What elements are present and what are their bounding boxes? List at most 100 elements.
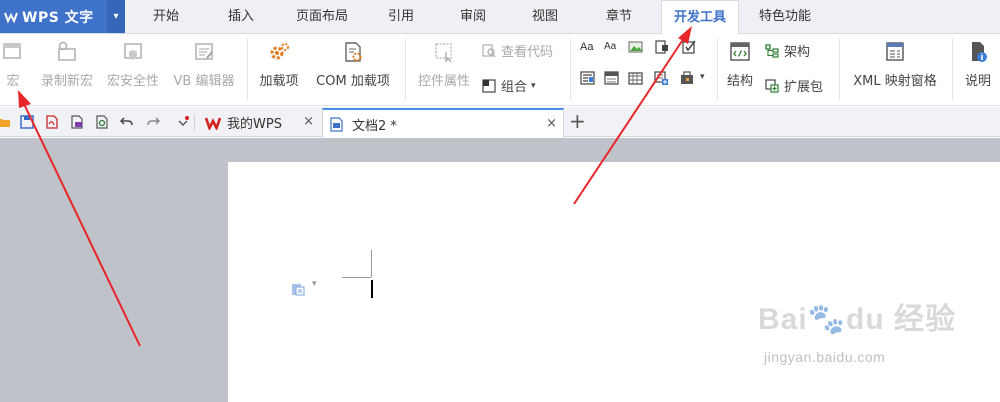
record-macro-button[interactable]: 录制新宏 (36, 40, 98, 89)
close-icon[interactable]: × (303, 114, 314, 129)
paste-options-dropdown-icon[interactable]: ▾ (312, 279, 317, 289)
tab-document2-label: 文档2 * (352, 118, 397, 134)
addins-button[interactable]: 加载项 (254, 40, 304, 89)
ribbon-separator (405, 38, 406, 100)
tab-start[interactable]: 开始 (135, 0, 197, 33)
view-code-icon (482, 43, 496, 57)
menu-bar: WPS 文字 ▾ 开始 插入 页面布局 引用 审阅 视图 章节 开发工具 特色功… (0, 0, 1000, 35)
ribbon-separator (247, 38, 248, 100)
combo-box-control-icon[interactable] (580, 71, 595, 85)
export-pdf-icon[interactable] (45, 115, 59, 129)
tab-view[interactable]: 视图 (516, 0, 574, 33)
tab-references[interactable]: 引用 (372, 0, 430, 33)
group-icon (482, 78, 496, 93)
macro-label: 宏 (6, 74, 20, 89)
save-icon[interactable] (20, 115, 34, 129)
open-folder-icon[interactable] (0, 115, 11, 129)
ribbon-separator (839, 38, 840, 100)
expansion-pack-icon (765, 78, 779, 93)
legacy-tools-icon[interactable] (680, 71, 695, 85)
print-preview-icon[interactable] (95, 115, 109, 129)
xml-mapping-pane-button[interactable]: XML 映射窗格 (844, 40, 946, 89)
tab-special-features[interactable]: 特色功能 (748, 0, 822, 33)
addins-gear-icon (270, 43, 289, 60)
addins-label: 加载项 (259, 74, 299, 89)
tab-review[interactable]: 审阅 (444, 0, 502, 33)
document-icon (330, 116, 343, 132)
margin-crop-mark (371, 250, 372, 277)
watermark-logo: Bai🐾du 经验 (758, 303, 957, 336)
help-button[interactable]: 说明 (958, 40, 998, 89)
tab-my-wps-label: 我的WPS (227, 117, 282, 132)
checkbox-control-icon[interactable] (682, 40, 697, 54)
macro-button[interactable]: 宏 (0, 40, 26, 89)
document-tab-bar: 我的WPS × 文档2 * × + (0, 107, 1000, 138)
plain-text-control-icon[interactable]: Aa (604, 41, 619, 55)
repeating-section-control-icon[interactable] (654, 71, 669, 85)
control-properties-label: 控件属性 (417, 74, 470, 89)
vb-editor-icon (195, 43, 213, 60)
com-addins-icon (345, 42, 362, 62)
schema-button[interactable]: 架构 (765, 41, 810, 60)
macro-security-button[interactable]: 宏安全性 (102, 40, 164, 89)
ribbon-separator (717, 38, 718, 100)
paste-options-icon[interactable] (291, 282, 305, 296)
macro-security-icon (124, 43, 142, 60)
rich-text-control-icon[interactable]: Aa (580, 41, 595, 55)
tab-page-layout[interactable]: 页面布局 (280, 0, 364, 33)
app-menu-button[interactable]: WPS 文字 ▾ (0, 0, 125, 33)
group-label: 组合 (501, 80, 528, 95)
control-properties-button[interactable]: 控件属性 (411, 40, 477, 89)
wps-brand-icon (205, 117, 221, 130)
control-properties-icon (435, 43, 452, 63)
view-code-button[interactable]: 查看代码 (482, 41, 553, 60)
legacy-tools-dropdown-icon[interactable]: ▾ (700, 72, 705, 82)
new-tab-button[interactable]: + (569, 109, 586, 133)
watermark-url: jingyan.baidu.com (764, 349, 886, 365)
tab-insert[interactable]: 插入 (212, 0, 270, 33)
customize-toolbar-icon[interactable] (176, 115, 190, 129)
macro-security-label: 宏安全性 (106, 74, 159, 89)
toolbar-separator (194, 114, 195, 130)
text-cursor (371, 280, 373, 298)
vb-editor-label: VB 编辑器 (173, 74, 235, 89)
tab-chapter[interactable]: 章节 (590, 0, 648, 33)
expansion-pack-label: 扩展包 (784, 80, 824, 95)
expansion-pack-button[interactable]: 扩展包 (765, 76, 823, 95)
tab-developer-tools[interactable]: 开发工具 (661, 0, 739, 35)
tab-my-wps[interactable]: 我的WPS × (202, 108, 320, 137)
record-macro-label: 录制新宏 (40, 74, 93, 89)
date-picker-control-icon[interactable] (628, 71, 643, 85)
redo-icon[interactable] (146, 115, 160, 129)
xml-mapping-label: XML 映射窗格 (853, 74, 937, 89)
dropdown-list-control-icon[interactable] (604, 71, 619, 85)
ribbon: 宏 录制新宏 宏安全性 VB 编辑器 加载项 COM 加载项 控件属性 查看代码… (0, 34, 1000, 106)
building-block-control-icon[interactable] (654, 40, 669, 54)
help-label: 说明 (964, 74, 991, 89)
margin-crop-mark (342, 277, 371, 278)
structure-label: 结构 (726, 74, 753, 89)
structure-icon (730, 42, 750, 61)
com-addins-label: COM 加载项 (316, 74, 390, 89)
undo-icon[interactable] (120, 115, 134, 129)
group-dropdown-icon[interactable]: ▾ (531, 81, 536, 91)
schema-label: 架构 (784, 45, 811, 60)
ribbon-separator (952, 38, 953, 100)
app-dropdown-icon[interactable]: ▾ (107, 0, 125, 33)
schema-icon (765, 43, 779, 58)
app-title: WPS 文字 (22, 9, 94, 26)
record-macro-icon (58, 41, 76, 61)
structure-button[interactable]: 结构 (722, 40, 758, 89)
close-icon[interactable]: × (546, 116, 557, 131)
print-icon[interactable] (70, 115, 84, 129)
ribbon-separator (570, 38, 571, 100)
vb-editor-button[interactable]: VB 编辑器 (168, 40, 240, 89)
view-code-label: 查看代码 (501, 45, 554, 60)
wps-logo-icon (4, 12, 18, 23)
picture-control-icon[interactable] (628, 40, 643, 54)
com-addins-button[interactable]: COM 加载项 (309, 40, 397, 89)
tab-document2[interactable]: 文档2 * × (322, 108, 564, 138)
group-button[interactable]: 组合 ▾ (482, 76, 536, 95)
xml-mapping-icon (886, 42, 904, 61)
baidu-jingyan-watermark: Bai🐾du 经验 jingyan.baidu.com (758, 294, 958, 394)
